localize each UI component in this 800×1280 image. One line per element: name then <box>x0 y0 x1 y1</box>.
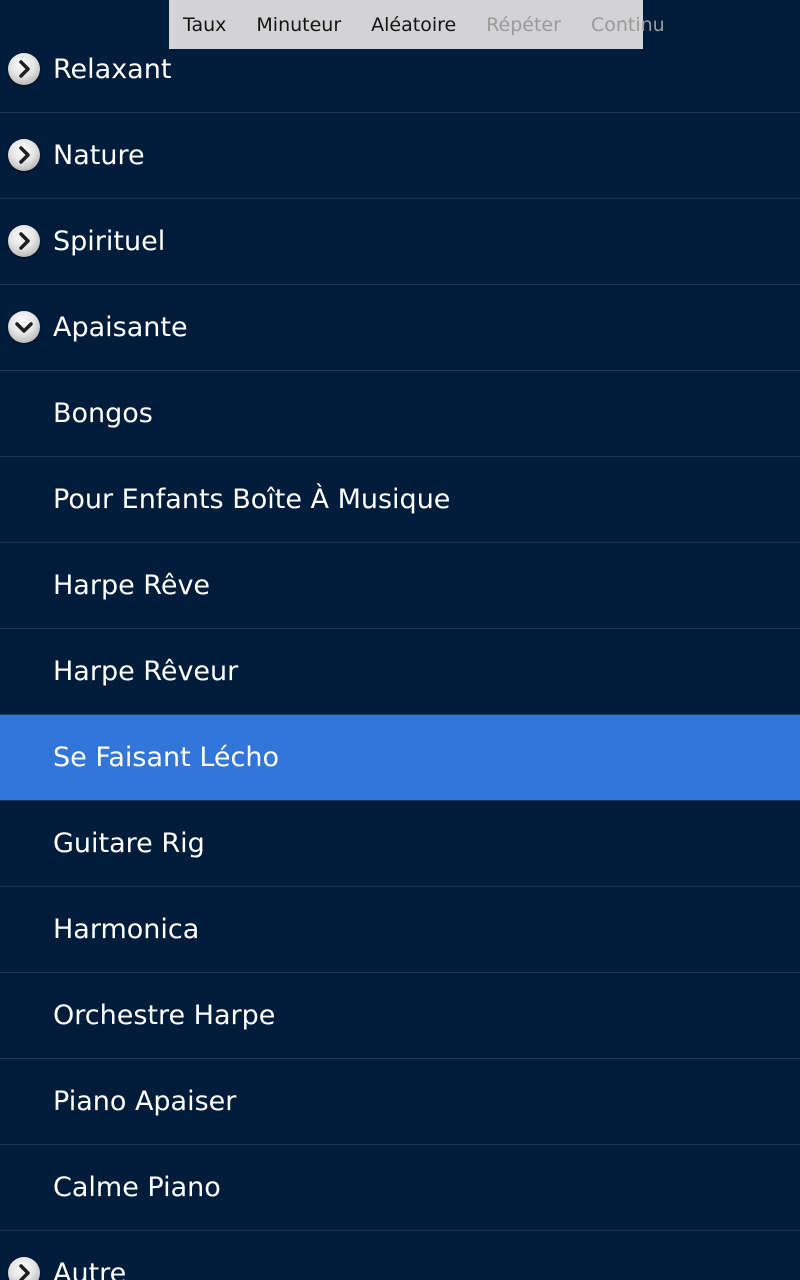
menu-item-continu[interactable]: Continu <box>591 3 665 47</box>
group-autre[interactable]: Autre <box>0 1231 800 1280</box>
group-nature[interactable]: Nature <box>0 113 800 199</box>
track-label: Guitare Rig <box>53 828 205 859</box>
menu-item-aleatoire[interactable]: Aléatoire <box>371 3 456 47</box>
expandable-sound-list: Relaxant Nature Spirituel Apaisante Bong… <box>0 28 800 1280</box>
track-label: Harpe Rêve <box>53 570 211 601</box>
chevron-right-icon <box>8 53 40 85</box>
track-item[interactable]: Piano Apaiser <box>0 1059 800 1145</box>
track-item[interactable]: Pour Enfants Boîte À Musique <box>0 457 800 543</box>
group-label: Spirituel <box>53 226 166 257</box>
track-label: Piano Apaiser <box>53 1086 237 1117</box>
chevron-right-icon <box>8 1257 40 1280</box>
track-item[interactable]: Bongos <box>0 371 800 457</box>
group-label: Nature <box>53 140 145 171</box>
group-label: Relaxant <box>53 54 172 85</box>
track-label: Orchestre Harpe <box>53 1000 276 1031</box>
track-label: Harmonica <box>53 914 200 945</box>
track-label: Pour Enfants Boîte À Musique <box>53 484 451 515</box>
group-label: Apaisante <box>53 312 188 343</box>
track-item[interactable]: Guitare Rig <box>0 801 800 887</box>
menu-item-taux[interactable]: Taux <box>183 3 226 47</box>
track-label: Harpe Rêveur <box>53 656 239 687</box>
track-label: Calme Piano <box>53 1172 221 1203</box>
group-spirituel[interactable]: Spirituel <box>0 199 800 285</box>
menu-item-minuteur[interactable]: Minuteur <box>256 3 341 47</box>
chevron-right-icon <box>8 139 40 171</box>
track-item[interactable]: Harmonica <box>0 887 800 973</box>
track-item[interactable]: Orchestre Harpe <box>0 973 800 1059</box>
group-apaisante[interactable]: Apaisante <box>0 285 800 371</box>
options-menu-bar: Taux Minuteur Aléatoire Répéter Continu <box>169 0 665 49</box>
track-item-selected[interactable]: Se Faisant Lécho <box>0 715 800 801</box>
track-item[interactable]: Calme Piano <box>0 1145 800 1231</box>
track-item[interactable]: Harpe Rêveur <box>0 629 800 715</box>
chevron-right-icon <box>8 225 40 257</box>
track-item[interactable]: Harpe Rêve <box>0 543 800 629</box>
app-screen: Relaxant Nature Spirituel Apaisante Bong… <box>0 0 800 1280</box>
group-label: Autre <box>53 1258 127 1280</box>
chevron-down-icon <box>8 311 40 343</box>
track-label: Bongos <box>53 398 153 429</box>
menu-item-repeter[interactable]: Répéter <box>486 3 561 47</box>
track-label: Se Faisant Lécho <box>53 742 279 773</box>
